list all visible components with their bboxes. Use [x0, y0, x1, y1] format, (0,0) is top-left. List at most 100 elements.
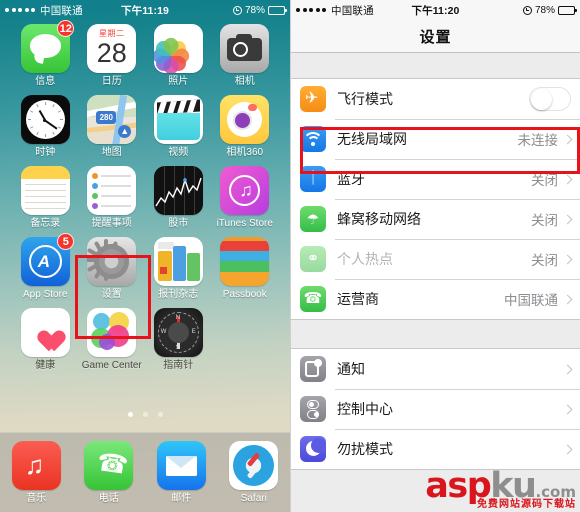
row-value: 中国联通 [504, 293, 558, 308]
dock-label: 邮件 [171, 493, 192, 504]
settings-nav-bar: 设置 [291, 20, 580, 53]
dock-icon-music[interactable]: ♫ 音乐 [5, 441, 67, 505]
dock-icon-safari[interactable]: Safari [223, 441, 285, 505]
settings-row-wifi[interactable]: 无线局域网 未连接 [291, 119, 580, 159]
clock-icon [20, 95, 70, 144]
alarm-clock-icon [232, 5, 242, 15]
chevron-right-icon [562, 254, 573, 264]
calendar-date: 28 [96, 38, 127, 68]
app-icon-maps[interactable]: 280 ▲ 地图 [81, 95, 143, 159]
mail-icon [156, 441, 206, 490]
settings-row-do-not-disturb[interactable]: 勿扰模式 [291, 429, 580, 469]
app-store-badge: 5 [57, 233, 75, 250]
page-dot-1[interactable] [127, 412, 133, 417]
app-icon-notes[interactable]: 备忘录 [14, 166, 76, 230]
chevron-right-icon [562, 404, 573, 414]
app-icon-settings[interactable]: 设置 [81, 237, 143, 301]
row-label: 个人热点 [337, 251, 393, 267]
app-icon-photos[interactable]: 照片 [147, 24, 209, 88]
app-label: 相机360 [226, 147, 264, 158]
settings-row-bluetooth[interactable]: ᛏ 蓝牙 关闭 [291, 159, 580, 199]
row-value: 关闭 [531, 173, 558, 188]
status-bar-right: 78% [232, 5, 287, 16]
settings-row-carrier[interactable]: ☎ 运营商 中国联通 [291, 279, 580, 319]
app-label: 照片 [168, 76, 189, 87]
settings-row-notifications[interactable]: 通知 [291, 349, 580, 389]
camera360-icon [220, 95, 270, 144]
dock-label: 音乐 [26, 493, 47, 504]
app-label: iTunes Store [216, 218, 273, 229]
settings-status-bar: 中国联通 下午11:20 78% [291, 0, 580, 20]
dock-icon-phone[interactable]: ☎ 电话 [78, 441, 140, 505]
row-accessory [562, 444, 580, 454]
bluetooth-icon: ᛏ [300, 166, 326, 192]
app-icon-newsstand[interactable]: 报刊杂志 [147, 237, 209, 301]
row-accessory [529, 87, 580, 111]
app-label: 时钟 [35, 147, 56, 158]
do-not-disturb-icon [300, 436, 326, 462]
settings-row-personal-hotspot[interactable]: ⚭ 个人热点 关闭 [291, 239, 580, 279]
airplane-mode-toggle[interactable] [529, 87, 571, 111]
row-accessory: 关闭 [531, 209, 580, 229]
personal-hotspot-icon: ⚭ [300, 246, 326, 272]
app-icon-camera[interactable]: 相机 [214, 24, 276, 88]
camera-icon [220, 24, 270, 73]
app-icon-videos[interactable]: 视频 [147, 95, 209, 159]
app-icon-compass[interactable]: N S W E 指南针 [147, 308, 209, 372]
app-label: 视频 [168, 147, 189, 158]
status-bar-right: 78% [522, 5, 577, 16]
settings-row-airplane-mode[interactable]: ✈ 飞行模式 [291, 79, 580, 119]
chevron-right-icon [562, 294, 573, 304]
row-label: 通知 [337, 361, 365, 377]
chevron-right-icon [562, 364, 573, 374]
home-dock: ♫ 音乐 ☎ 电话 邮件 Safari [0, 432, 290, 512]
row-label: 飞行模式 [337, 91, 393, 107]
app-label: 健康 [35, 360, 56, 371]
photos-icon [153, 24, 203, 73]
app-icon-clock[interactable]: 时钟 [14, 95, 76, 159]
site-watermark: aspku.com 免费网站源码下载站 [425, 469, 576, 510]
app-icon-reminders[interactable]: 提醒事项 [81, 166, 143, 230]
settings-group-spacer [291, 320, 580, 348]
app-icon-passbook[interactable]: Passbook [214, 237, 276, 301]
app-icon-calendar[interactable]: 星期二 28 日历 [81, 24, 143, 88]
page-dot-2[interactable] [142, 412, 148, 417]
itunes-store-icon: ♫ [220, 166, 270, 215]
app-icon-app-store[interactable]: A 5 App Store [14, 233, 76, 301]
app-label: 地图 [101, 147, 122, 158]
app-label: 报刊杂志 [158, 289, 199, 300]
alarm-clock-icon [522, 5, 532, 15]
app-icon-messages[interactable]: 12 信息 [14, 20, 76, 88]
home-status-bar: 中国联通 下午11:19 78% [0, 0, 290, 20]
app-icon-camera360[interactable]: 相机360 [214, 95, 276, 159]
app-icon-health[interactable]: 健康 [14, 308, 76, 372]
game-center-icon [87, 308, 137, 357]
notes-icon [20, 166, 70, 215]
app-icon-game-center[interactable]: Game Center [81, 308, 143, 372]
app-label: Passbook [222, 289, 267, 300]
settings-row-control-center[interactable]: 控制中心 [291, 389, 580, 429]
app-icon-stocks[interactable]: 股市 [147, 166, 209, 230]
wifi-icon [300, 126, 326, 152]
passbook-icon [220, 237, 270, 286]
app-label: 提醒事项 [91, 218, 132, 229]
row-accessory [562, 364, 580, 374]
control-center-icon [300, 396, 326, 422]
cellular-icon: ☂ [300, 206, 326, 232]
carrier-icon: ☎ [300, 286, 326, 312]
notifications-icon [300, 356, 326, 382]
row-accessory [562, 404, 580, 414]
row-label: 勿扰模式 [337, 441, 393, 457]
row-accessory: 关闭 [531, 169, 580, 189]
page-dot-3[interactable] [157, 412, 163, 417]
chevron-right-icon [562, 174, 573, 184]
settings-row-cellular[interactable]: ☂ 蜂窝移动网络 关闭 [291, 199, 580, 239]
row-label: 无线局域网 [337, 131, 407, 147]
row-label: 蜂窝移动网络 [337, 211, 421, 227]
app-label: Game Center [81, 360, 142, 371]
home-page-indicator[interactable] [0, 412, 290, 417]
row-label: 蓝牙 [337, 171, 365, 187]
dock-icon-mail[interactable]: 邮件 [150, 441, 212, 505]
health-icon [20, 308, 70, 357]
app-icon-itunes-store[interactable]: ♫ iTunes Store [214, 166, 276, 230]
